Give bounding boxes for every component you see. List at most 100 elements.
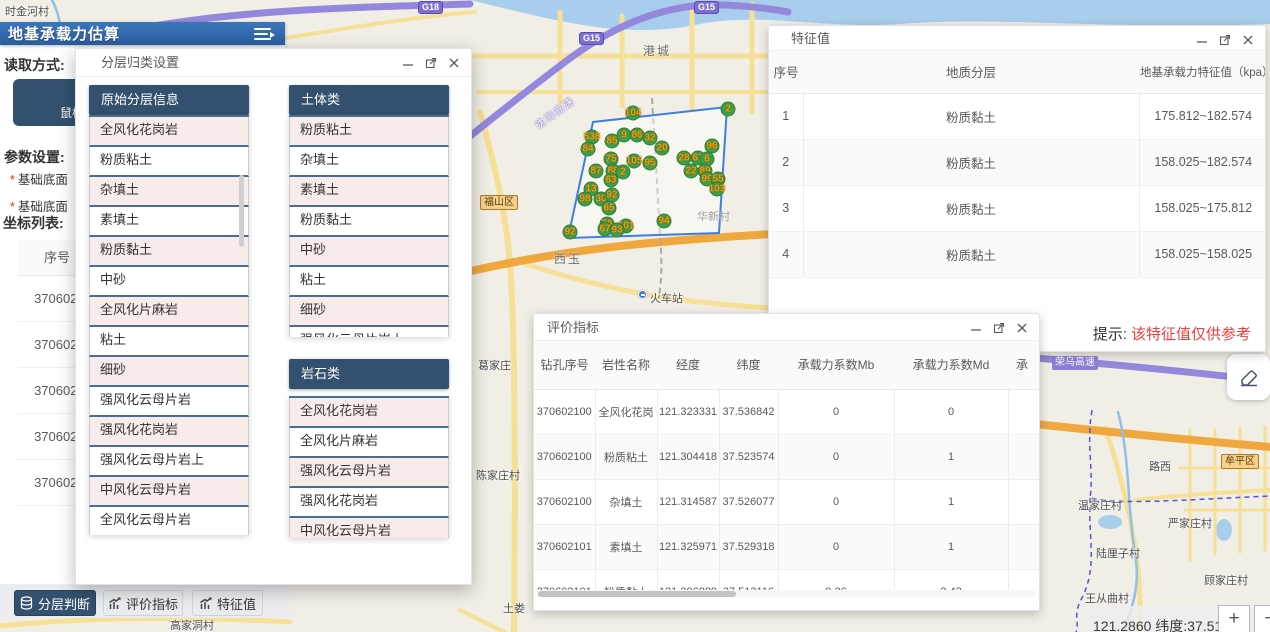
- map-marker[interactable]: 84: [581, 142, 596, 157]
- eigenvalue-panel-header[interactable]: 特征值: [769, 26, 1265, 51]
- maximize-icon[interactable]: [992, 321, 1006, 335]
- source-layer-item[interactable]: 强风化云母片岩上: [89, 447, 249, 477]
- soil-class-item[interactable]: 粉质黏土: [289, 207, 449, 237]
- source-layer-item[interactable]: 强风化花岗岩: [89, 417, 249, 447]
- param-field-label: 基础底面: [18, 200, 68, 214]
- map-marker[interactable]: 92: [563, 225, 578, 240]
- indicator-column-header: 纬度: [719, 341, 778, 389]
- eval-indicator-button[interactable]: 评价指标: [103, 590, 183, 616]
- horizontal-scrollbar-thumb[interactable]: [538, 591, 736, 597]
- menu-icon[interactable]: [253, 26, 277, 42]
- eigenvalue-button[interactable]: 特征值: [192, 590, 263, 616]
- source-layer-item[interactable]: 粉质粘土: [89, 147, 249, 177]
- map-marker[interactable]: 98: [578, 192, 593, 207]
- indicator-cell: 1: [894, 434, 1008, 479]
- minimize-icon[interactable]: [969, 321, 983, 335]
- indicator-cell: 370602100: [534, 389, 595, 434]
- classify-dialog-title: 分层归类设置: [101, 49, 179, 77]
- source-layer-item[interactable]: 中砂: [89, 267, 249, 297]
- eigenvalue-hint: 提示:该特征值仅供参考: [1093, 323, 1251, 344]
- map-marker[interactable]: 22: [684, 164, 699, 179]
- minimize-icon[interactable]: [401, 56, 415, 70]
- map-marker[interactable]: 65: [602, 201, 617, 216]
- maximize-icon[interactable]: [424, 56, 438, 70]
- map-marker[interactable]: 103: [710, 182, 725, 197]
- classify-dialog-header[interactable]: 分层归类设置: [76, 49, 471, 77]
- hint-text: 该特征值仅供参考: [1131, 326, 1251, 343]
- close-icon[interactable]: [1241, 33, 1255, 47]
- rock-class-item[interactable]: 中风化云母片岩: [289, 518, 449, 538]
- eigenvalue-table: 序号地质分层地基承载力特征值（kpa） 1粉质黏土175.812~182.574…: [769, 51, 1265, 278]
- eigenvalue-panel-title: 特征值: [791, 26, 830, 51]
- rock-class-list: 全风化花岗岩全风化片麻岩强风化云母片岩强风化花岗岩中风化云母片岩: [289, 396, 449, 538]
- rock-class-item[interactable]: 全风化花岗岩: [289, 398, 449, 428]
- indicator-cell: 121.323331: [657, 389, 719, 434]
- indicator-column-header: 承载力系数Mb: [778, 341, 894, 389]
- indicator-cell: 0: [778, 479, 894, 524]
- source-layer-item[interactable]: 全风化花岗岩: [89, 117, 249, 147]
- indicator-cell: 0: [894, 389, 1008, 434]
- eigenvalue-row[interactable]: 2粉质黏土158.025~182.574: [769, 139, 1265, 185]
- map-marker[interactable]: 95: [643, 156, 658, 171]
- map-marker[interactable]: 87: [589, 164, 604, 179]
- source-layer-item[interactable]: 粘土: [89, 327, 249, 357]
- indicator-cell: 粉质粘土: [595, 434, 657, 479]
- indicator-column-header: 经度: [657, 341, 719, 389]
- soil-class-item[interactable]: 粉质粘土: [289, 117, 449, 147]
- indicator-row[interactable]: 370602100全风化花岗121.32333137.53684200: [534, 389, 1039, 434]
- map-marker[interactable]: 93: [610, 223, 625, 238]
- soil-class-item[interactable]: 粘土: [289, 267, 449, 297]
- rock-class-item[interactable]: 强风化云母片岩: [289, 458, 449, 488]
- indicator-column-header: 承: [1008, 341, 1039, 389]
- map-marker[interactable]: 63: [604, 173, 619, 188]
- eigenvalue-cell: 1: [769, 93, 803, 139]
- indicator-panel-header[interactable]: 评价指标: [534, 314, 1039, 341]
- source-layer-item[interactable]: 杂填土: [89, 177, 249, 207]
- eigenvalue-row[interactable]: 4粉质黏土158.025~158.025: [769, 231, 1265, 277]
- param-field-row: *基础底面: [10, 169, 77, 188]
- source-layer-item[interactable]: 粉质黏土: [89, 237, 249, 267]
- indicator-cell: 121.325971: [657, 524, 719, 569]
- soil-class-item[interactable]: 素填土: [289, 177, 449, 207]
- indicator-row[interactable]: 370602101粉质黏土121.30688937.5131160.262.42: [534, 569, 1039, 591]
- eigenvalue-row[interactable]: 1粉质黏土175.812~182.574: [769, 93, 1265, 139]
- eigenvalue-cell: 3: [769, 185, 803, 231]
- indicator-row[interactable]: 370602100杂填土121.31458737.52607701: [534, 479, 1039, 524]
- soil-class-item[interactable]: 强风化云母片岩上: [289, 327, 449, 337]
- soil-class-item[interactable]: 细砂: [289, 297, 449, 327]
- eigenvalue-cell: 158.025~175.812: [1139, 185, 1265, 231]
- source-layer-item[interactable]: 中风化云母片岩: [89, 477, 249, 507]
- list-scrollbar-thumb[interactable]: [239, 175, 244, 247]
- soil-class-item[interactable]: 中砂: [289, 237, 449, 267]
- source-layer-item[interactable]: 细砂: [89, 357, 249, 387]
- layer-judge-button[interactable]: 分层判断: [14, 590, 96, 616]
- source-layer-item[interactable]: 全风化片麻岩: [89, 297, 249, 327]
- maximize-icon[interactable]: [1218, 33, 1232, 47]
- map-marker[interactable]: 20: [655, 141, 670, 156]
- rock-class-item[interactable]: 强风化花岗岩: [289, 488, 449, 518]
- minimize-icon[interactable]: [1195, 33, 1209, 47]
- zoom-out-button[interactable]: −: [1254, 605, 1270, 632]
- close-icon[interactable]: [447, 56, 461, 70]
- source-layer-item[interactable]: 强风化云母片岩: [89, 387, 249, 417]
- close-icon[interactable]: [1015, 321, 1029, 335]
- indicator-row[interactable]: 370602100粉质粘土121.30441837.52357401: [534, 434, 1039, 479]
- indicator-row[interactable]: 370602101素填土121.32597137.52931801: [534, 524, 1039, 569]
- rock-class-item[interactable]: 全风化片麻岩: [289, 428, 449, 458]
- eigenvalue-row[interactable]: 3粉质黏土158.025~175.812: [769, 185, 1265, 231]
- source-layer-item[interactable]: 全风化云母片岩: [89, 507, 249, 535]
- source-layer-item[interactable]: 素填土: [89, 207, 249, 237]
- eigenvalue-column-header: 地质分层: [803, 51, 1139, 93]
- indicator-cell: 1: [894, 479, 1008, 524]
- cursor-coordinates-text: 121.2860 纬度:37.5109: [1093, 618, 1238, 632]
- eraser-button[interactable]: [1227, 354, 1270, 400]
- zoom-in-button[interactable]: +: [1218, 605, 1250, 632]
- indicator-cell: [1008, 479, 1039, 524]
- coord-list-label: 坐标列表:: [3, 213, 64, 233]
- map-marker[interactable]: 94: [657, 214, 672, 229]
- eraser-icon: [1237, 365, 1261, 389]
- indicator-cell: 37.536842: [719, 389, 778, 434]
- map-marker[interactable]: 2: [721, 102, 736, 117]
- map-marker[interactable]: 104: [626, 106, 641, 121]
- soil-class-item[interactable]: 杂填土: [289, 147, 449, 177]
